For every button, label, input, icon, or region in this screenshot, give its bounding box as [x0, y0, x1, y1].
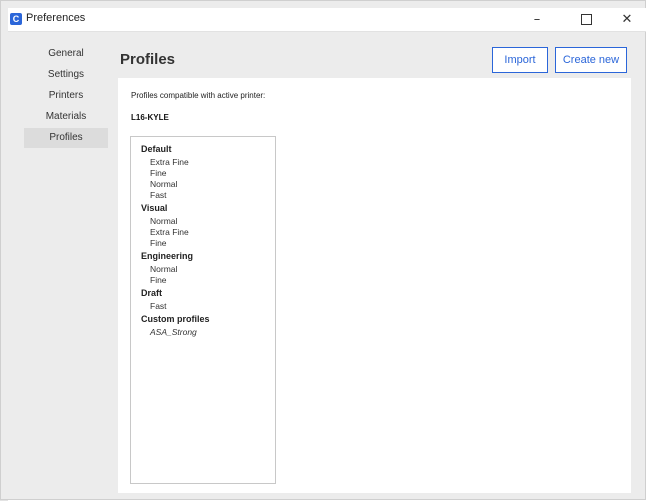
compatible-profiles-label: Profiles compatible with active printer: — [131, 91, 266, 100]
profile-group-label: Default — [141, 144, 172, 154]
profile-item[interactable]: Normal — [131, 179, 275, 190]
profile-group-label: Draft — [141, 288, 163, 298]
sidebar-item-profiles[interactable]: Profiles — [24, 128, 108, 148]
create-new-button[interactable]: Create new — [555, 47, 627, 73]
sidebar-item-materials[interactable]: Materials — [24, 107, 108, 127]
profile-group-label: Custom profiles — [141, 314, 210, 324]
profile-item[interactable]: Normal — [131, 264, 275, 275]
sidebar-item-printers[interactable]: Printers — [24, 86, 108, 106]
sidebar-item-general[interactable]: General — [24, 44, 108, 64]
profile-item[interactable]: Normal — [131, 216, 275, 227]
profile-item[interactable]: Fast — [131, 301, 275, 312]
profile-item[interactable]: Fine — [131, 275, 275, 286]
window-title: Preferences — [26, 12, 86, 24]
close-button[interactable]: ✕ — [610, 8, 644, 31]
profile-item[interactable]: Fine — [131, 238, 275, 249]
custom-profile-item[interactable]: ASA_Strong — [131, 327, 275, 338]
app-logo-icon: C — [10, 13, 22, 25]
active-printer-name: L16-KYLE — [131, 113, 169, 122]
title-bar: C Preferences – ✕ — [8, 8, 646, 32]
profile-group-label: Engineering — [141, 251, 194, 261]
profile-group-label: Visual — [141, 203, 168, 213]
sidebar: General Settings Printers Materials Prof… — [24, 44, 108, 149]
maximize-button[interactable] — [569, 8, 603, 31]
page-title: Profiles — [120, 51, 176, 68]
import-button[interactable]: Import — [492, 47, 548, 73]
profile-list[interactable]: Default Extra Fine Fine Normal Fast Visu… — [130, 136, 276, 484]
profile-item[interactable]: Fast — [131, 190, 275, 201]
minimize-button[interactable]: – — [520, 8, 554, 31]
maximize-icon — [580, 14, 592, 25]
sidebar-item-settings[interactable]: Settings — [24, 65, 108, 85]
profile-item[interactable]: Fine — [131, 168, 275, 179]
profile-item[interactable]: Extra Fine — [131, 157, 275, 168]
profile-item[interactable]: Extra Fine — [131, 227, 275, 238]
